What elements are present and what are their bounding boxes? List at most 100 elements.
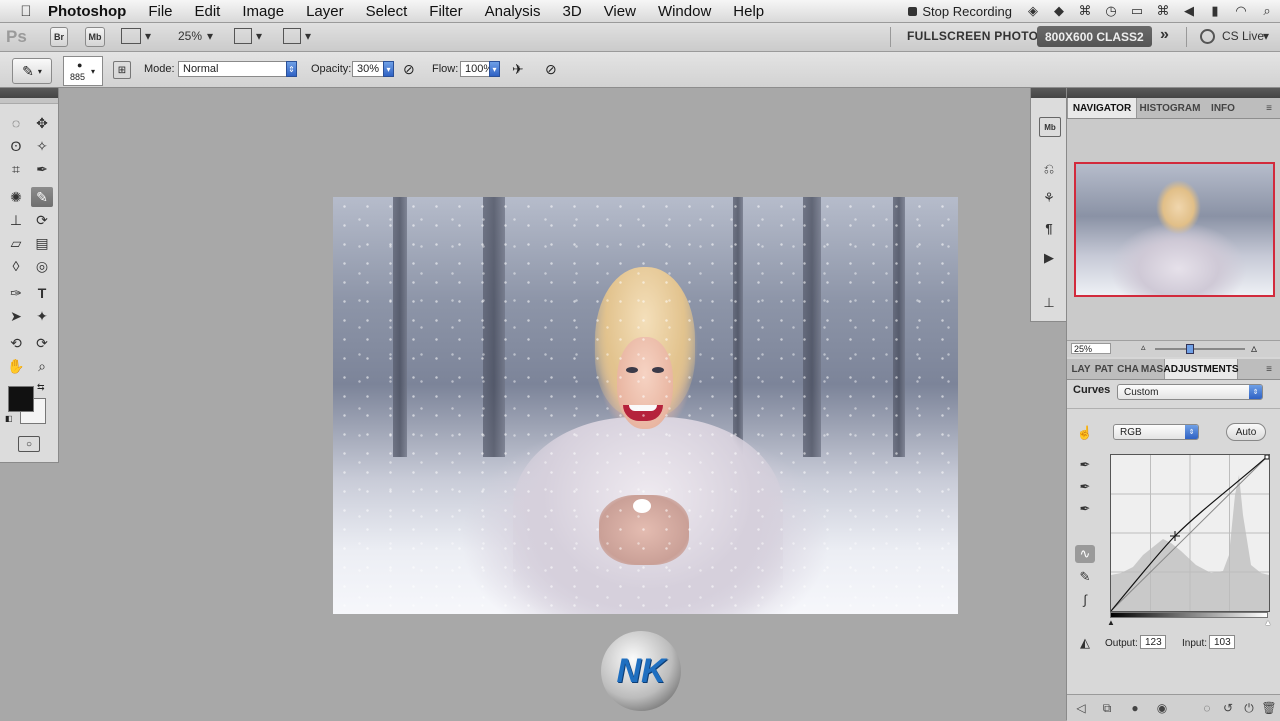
command-icon[interactable]: ⌘: [1150, 3, 1176, 19]
menu-view[interactable]: View: [593, 3, 647, 20]
pen-icon[interactable]: ✑: [5, 283, 27, 303]
visibility-eye-icon[interactable]: ◉: [1154, 700, 1170, 716]
channel-select[interactable]: RGB ⇕: [1113, 424, 1199, 440]
zoom-out-icon[interactable]: ▵: [1141, 342, 1146, 353]
brush-icon[interactable]: ✎: [31, 187, 53, 207]
input-input[interactable]: 103: [1209, 635, 1235, 649]
crop-icon[interactable]: ⌗: [5, 159, 27, 179]
menu-app-photoshop[interactable]: Photoshop: [36, 3, 137, 20]
clone-source-icon[interactable]: ⊥: [1039, 294, 1059, 312]
pressure-opacity-icon[interactable]: ⊘: [403, 61, 415, 78]
tab-navigator[interactable]: NAVIGATOR: [1067, 98, 1137, 118]
previous-state-icon[interactable]: ◌: [1199, 700, 1215, 716]
menu-help[interactable]: Help: [722, 3, 775, 20]
curve-points-tool-icon[interactable]: ∿: [1075, 545, 1095, 563]
menu-edit[interactable]: Edit: [184, 3, 232, 20]
more-workspaces-icon[interactable]: »: [1160, 26, 1169, 44]
zoom-level[interactable]: 25%: [178, 29, 202, 43]
navigator-thumbnail[interactable]: [1074, 162, 1275, 297]
black-point-slider-icon[interactable]: ▲: [1107, 618, 1115, 627]
black-point-eyedropper-icon[interactable]: ✒: [1075, 456, 1095, 474]
navigator-zoom-thumb[interactable]: [1186, 344, 1194, 354]
launch-bridge-button[interactable]: Br: [50, 27, 68, 47]
menu-image[interactable]: Image: [231, 3, 295, 20]
flow-input[interactable]: 100%: [460, 61, 493, 77]
mini-bridge-icon[interactable]: Mb: [1039, 117, 1061, 137]
on-image-adjust-hand-icon[interactable]: ☝: [1075, 424, 1095, 442]
stop-recording-button[interactable]: Stop Recording: [902, 4, 1020, 19]
brush-preset-picker[interactable]: ● 885 ▾: [63, 56, 103, 86]
screen-mode-icon[interactable]: [283, 28, 301, 44]
curve-end-point[interactable]: [1264, 454, 1270, 460]
spotlight-search-icon[interactable]: ⌕: [1254, 3, 1280, 19]
menu-window[interactable]: Window: [647, 3, 722, 20]
opacity-slider-arrow-icon[interactable]: ▾: [383, 61, 394, 77]
dropbox-icon[interactable]: ◆: [1046, 3, 1072, 19]
navigator-zoom-input[interactable]: 25%: [1071, 343, 1111, 354]
expanded-view-icon[interactable]: ⧉: [1099, 700, 1115, 716]
battery-icon[interactable]: ▮: [1202, 3, 1228, 19]
cs-live-menu[interactable]: CS Live: [1222, 29, 1264, 43]
dock-header[interactable]: [1031, 88, 1067, 98]
zoom-icon[interactable]: ⌕: [31, 356, 53, 376]
cs-live-icon[interactable]: [1200, 29, 1215, 44]
trash-icon[interactable]: 🗑: [1261, 700, 1277, 716]
navigator-zoom-slider[interactable]: [1155, 348, 1245, 350]
launch-mini-bridge-button[interactable]: Mb: [85, 27, 105, 47]
tab-info[interactable]: INFO: [1205, 98, 1241, 118]
hand-icon[interactable]: ✋: [5, 356, 27, 376]
panel-menu-icon[interactable]: ≡: [1259, 98, 1279, 118]
view-extras-icon[interactable]: [121, 28, 141, 44]
chevron-down-icon[interactable]: ▾: [145, 29, 151, 43]
workspace-800x600-class2[interactable]: 800X600 CLASS2: [1037, 26, 1152, 47]
white-point-eyedropper-icon[interactable]: ✒: [1075, 500, 1095, 518]
airbrush-icon[interactable]: ✈: [512, 61, 524, 78]
magic-wand-icon[interactable]: ✧: [31, 136, 53, 156]
cs-live-chevron-icon[interactable]: ▾: [1263, 29, 1269, 43]
auto-button[interactable]: Auto: [1226, 423, 1266, 441]
time-machine-icon[interactable]: ◷: [1098, 3, 1124, 19]
blend-mode-select[interactable]: Normal: [178, 61, 288, 77]
reset-icon[interactable]: ↺: [1220, 700, 1236, 716]
document-canvas[interactable]: [333, 197, 958, 614]
tab-adjustments[interactable]: ADJUSTMENTS: [1164, 359, 1239, 379]
zoom-chevron-icon[interactable]: ▾: [207, 29, 213, 43]
history-brush-icon[interactable]: ⟳: [31, 210, 53, 230]
tab-paths[interactable]: PAT: [1094, 359, 1114, 379]
stamp-icon[interactable]: ⊥: [5, 210, 27, 230]
panel-menu-icon[interactable]: ≡: [1259, 359, 1279, 379]
back-to-list-icon[interactable]: ◁: [1073, 700, 1089, 716]
move-icon[interactable]: ✥: [31, 113, 53, 133]
type-icon[interactable]: T: [31, 283, 53, 303]
3d-orbit-icon[interactable]: ⟳: [31, 333, 53, 353]
menu-filter[interactable]: Filter: [418, 3, 473, 20]
brush-presets-icon[interactable]: ⚘: [1039, 189, 1059, 207]
flow-slider-arrow-icon[interactable]: ▾: [489, 61, 500, 77]
workspace-fullscreen-photo[interactable]: FULLSCREEN PHOTO: [907, 29, 1038, 43]
foreground-color-swatch[interactable]: [8, 386, 34, 412]
zoom-in-icon[interactable]: ▵: [1251, 341, 1257, 355]
swap-colors-icon[interactable]: ⇆: [37, 382, 45, 393]
history-icon[interactable]: ⎌: [1039, 160, 1059, 178]
gradient-icon[interactable]: ▤: [31, 233, 53, 253]
curve-pencil-tool-icon[interactable]: ✎: [1075, 568, 1095, 586]
wifi-icon[interactable]: ◠: [1228, 3, 1254, 19]
tab-layers[interactable]: LAY: [1071, 359, 1091, 379]
opacity-input[interactable]: 30%: [352, 61, 384, 77]
panel-header[interactable]: [1067, 88, 1280, 98]
marquee-icon[interactable]: ◌: [5, 113, 27, 133]
blend-mode-arrow-icon[interactable]: ⇕: [286, 61, 297, 77]
clip-to-layer-icon[interactable]: ●: [1127, 700, 1143, 716]
eraser-icon[interactable]: ▱: [5, 233, 27, 253]
power-icon[interactable]: ⏻: [1241, 700, 1257, 716]
default-colors-icon[interactable]: ◧: [5, 414, 13, 423]
spot-heal-icon[interactable]: ✺: [5, 187, 27, 207]
eyedropper-icon[interactable]: ✒: [31, 159, 53, 179]
brush-panel-toggle-icon[interactable]: ⊞: [113, 61, 131, 79]
curves-graph[interactable]: [1110, 454, 1270, 612]
blur-icon[interactable]: ◊: [5, 256, 27, 276]
smooth-curve-icon[interactable]: ∫: [1075, 590, 1095, 608]
tools-panel-grip[interactable]: [0, 98, 58, 104]
tab-histogram[interactable]: HISTOGRAM: [1137, 98, 1203, 118]
curves-preset-select[interactable]: Custom ⇕: [1117, 384, 1263, 400]
